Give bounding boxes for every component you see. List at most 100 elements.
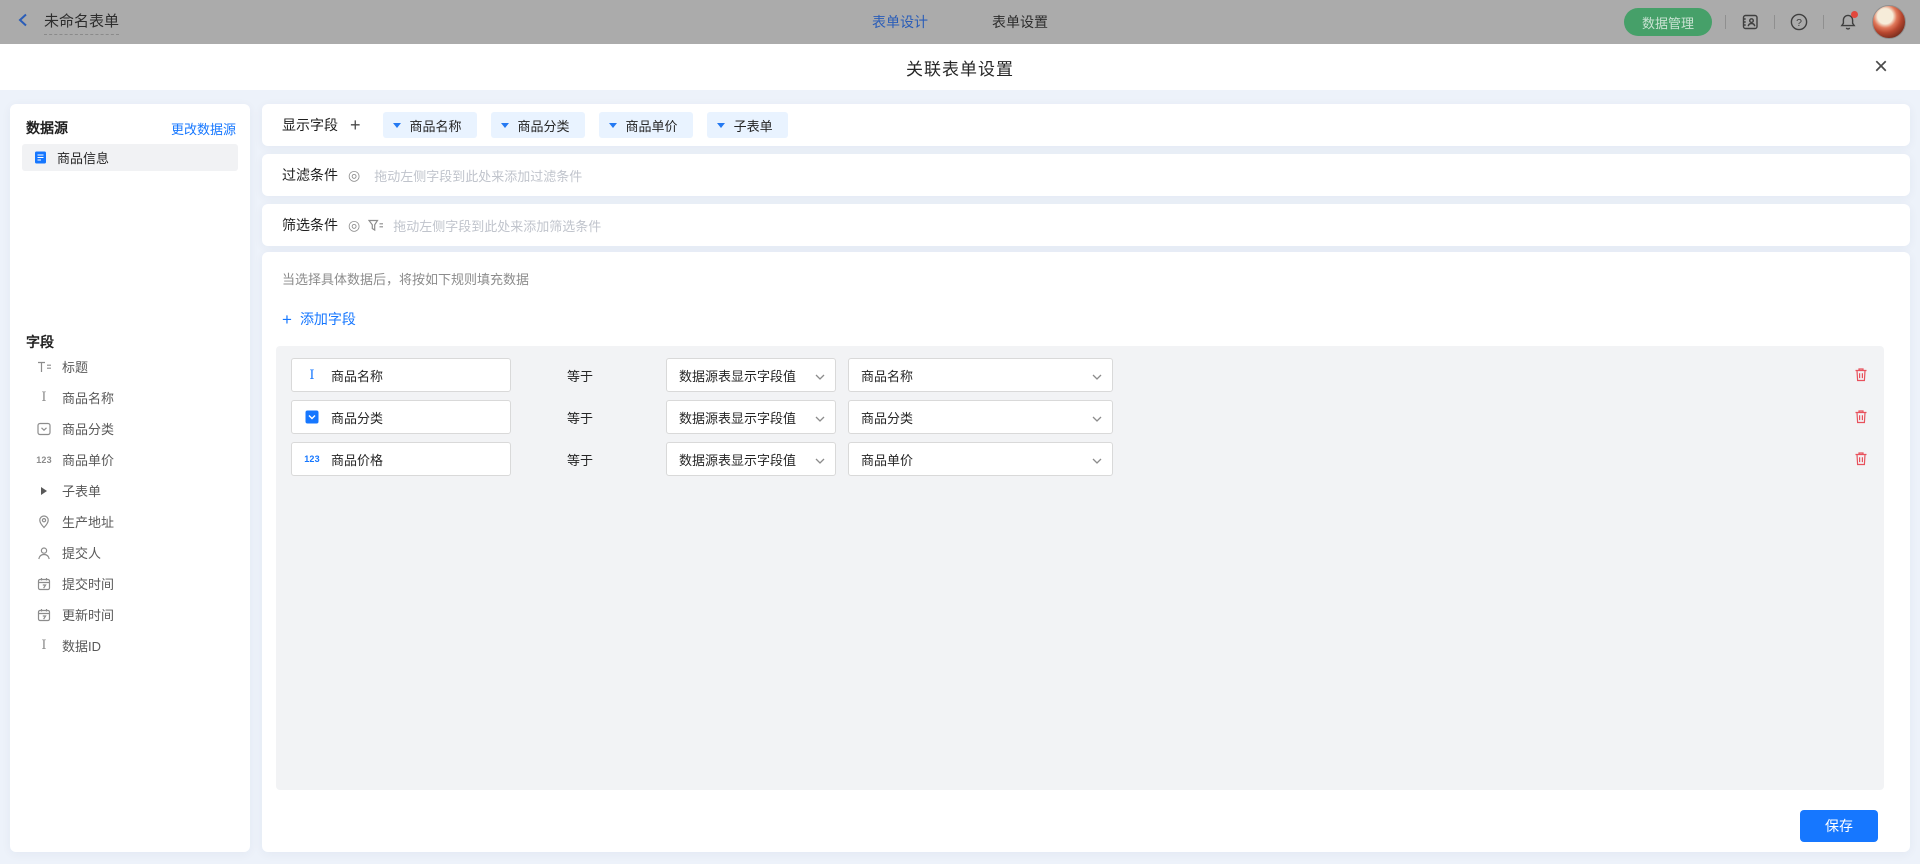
rule-field-label: 商品分类 <box>331 408 383 427</box>
form-title[interactable]: 未命名表单 <box>44 10 119 35</box>
rule-source-dropdown[interactable]: 数据源表显示字段值 <box>666 358 836 392</box>
field-item-submitter[interactable]: 提交人 <box>36 537 240 568</box>
fill-rules-card: 当选择具体数据后，将按如下规则填充数据 + 添加字段 I 商品名称 等于 数据源… <box>262 252 1910 852</box>
rule-operator: 等于 <box>567 400 593 434</box>
field-item-title[interactable]: 标题 <box>36 351 240 382</box>
tab-form-settings[interactable]: 表单设置 <box>992 12 1048 32</box>
triangle-down-icon <box>501 123 509 128</box>
display-fields-row: 显示字段 + 商品名称 商品分类 商品单价 子表单 <box>262 104 1910 146</box>
field-item-label: 生产地址 <box>62 512 114 531</box>
topbar-left: 未命名表单 <box>16 0 119 44</box>
rule-row: I 商品名称 等于 数据源表显示字段值 商品名称 <box>291 358 1869 392</box>
dropdown-value: 数据源表显示字段值 <box>679 366 796 385</box>
field-item-label: 子表单 <box>62 481 101 500</box>
data-manage-button[interactable]: 数据管理 <box>1624 8 1712 36</box>
divider <box>1774 15 1775 29</box>
subform-caret-icon <box>36 483 52 499</box>
rule-field-label: 商品价格 <box>331 450 383 469</box>
rule-row: 123 商品价格 等于 数据源表显示字段值 商品单价 <box>291 442 1869 476</box>
text-field-icon: I <box>36 638 52 654</box>
fill-rules-hint: 当选择具体数据后，将按如下规则填充数据 <box>282 269 529 288</box>
dropdown-value: 商品单价 <box>861 450 913 469</box>
rule-value-dropdown[interactable]: 商品名称 <box>848 358 1113 392</box>
field-item-product-category[interactable]: 商品分类 <box>36 413 240 444</box>
field-item-product-price[interactable]: 123 商品单价 <box>36 444 240 475</box>
chevron-down-icon <box>815 452 825 467</box>
field-item-label: 商品分类 <box>62 419 114 438</box>
divider <box>1823 15 1824 29</box>
rule-field-selector[interactable]: 商品分类 <box>291 400 511 434</box>
chevron-left-icon <box>16 12 32 33</box>
back-button[interactable] <box>16 12 32 33</box>
display-field-tag[interactable]: 子表单 <box>707 112 788 138</box>
rule-field-label: 商品名称 <box>331 366 383 385</box>
rule-field-selector[interactable]: 123 商品价格 <box>291 442 511 476</box>
delete-rule-button[interactable] <box>1853 450 1869 467</box>
filter-condition-label: 过滤条件 <box>282 165 338 185</box>
field-item-production-address[interactable]: 生产地址 <box>36 506 240 537</box>
datasource-sidebar: 数据源 更改数据源 商品信息 字段 标题 I 商品名称 <box>10 104 250 852</box>
rule-value-dropdown[interactable]: 商品单价 <box>848 442 1113 476</box>
help-bullseye-icon[interactable]: ◎ <box>348 218 360 232</box>
field-item-label: 标题 <box>62 357 88 376</box>
field-item-product-name[interactable]: I 商品名称 <box>36 382 240 413</box>
rule-field-selector[interactable]: I 商品名称 <box>291 358 511 392</box>
field-item-label: 商品单价 <box>62 450 114 469</box>
chevron-down-icon <box>1092 410 1102 425</box>
triangle-down-icon <box>717 123 725 128</box>
add-display-field-button[interactable]: + <box>350 116 361 134</box>
tag-label: 商品分类 <box>518 116 570 135</box>
dialog-title: 关联表单设置 <box>906 55 1014 80</box>
delete-rule-button[interactable] <box>1853 366 1869 383</box>
user-avatar[interactable] <box>1872 5 1906 39</box>
rule-source-dropdown[interactable]: 数据源表显示字段值 <box>666 442 836 476</box>
filter-condition-row: 过滤条件 ◎ 拖动左侧字段到此处来添加过滤条件 <box>262 154 1910 196</box>
dialog-header: 关联表单设置 × <box>0 44 1920 90</box>
display-field-tag[interactable]: 商品分类 <box>491 112 585 138</box>
display-field-tag[interactable]: 商品名称 <box>383 112 477 138</box>
rules-panel: I 商品名称 等于 数据源表显示字段值 商品名称 <box>276 346 1884 790</box>
screen-condition-label: 筛选条件 <box>282 215 338 235</box>
save-button[interactable]: 保存 <box>1800 810 1878 842</box>
fields-list: 标题 I 商品名称 商品分类 123 商品单价 子表单 <box>36 351 240 661</box>
field-item-submit-time[interactable]: 提交时间 <box>36 568 240 599</box>
tab-form-design[interactable]: 表单设计 <box>872 12 928 32</box>
screen-condition-row: 筛选条件 ◎ 拖动左侧字段到此处来添加筛选条件 <box>262 204 1910 246</box>
plus-icon: + <box>282 311 292 328</box>
text-field-icon: I <box>36 390 52 406</box>
datasource-item[interactable]: 商品信息 <box>22 144 238 171</box>
field-item-data-id[interactable]: I 数据ID <box>36 630 240 661</box>
contact-card-icon[interactable] <box>1739 11 1761 33</box>
delete-rule-button[interactable] <box>1853 408 1869 425</box>
add-field-link[interactable]: + 添加字段 <box>282 309 356 329</box>
topbar-right: 数据管理 ? <box>1624 0 1906 44</box>
rule-source-dropdown[interactable]: 数据源表显示字段值 <box>666 400 836 434</box>
display-field-tag[interactable]: 商品单价 <box>599 112 693 138</box>
notifications-bell-icon[interactable] <box>1837 11 1859 33</box>
filter-condition-dropzone[interactable]: 拖动左侧字段到此处来添加过滤条件 <box>374 166 1890 185</box>
rule-value-dropdown[interactable]: 商品分类 <box>848 400 1113 434</box>
dropdown-value: 数据源表显示字段值 <box>679 450 796 469</box>
help-circle-icon[interactable]: ? <box>1788 11 1810 33</box>
field-item-subform[interactable]: 子表单 <box>36 475 240 506</box>
chevron-down-icon <box>1092 368 1102 383</box>
heading-icon <box>36 359 52 375</box>
dropdown-value: 商品名称 <box>861 366 913 385</box>
chevron-down-icon <box>1092 452 1102 467</box>
field-item-label: 更新时间 <box>62 605 114 624</box>
help-bullseye-icon[interactable]: ◎ <box>348 168 360 182</box>
display-field-tags: 商品名称 商品分类 商品单价 子表单 <box>383 112 788 138</box>
field-item-update-time[interactable]: 更新时间 <box>36 599 240 630</box>
field-item-label: 提交时间 <box>62 574 114 593</box>
close-icon[interactable]: × <box>1874 55 1888 79</box>
screen-condition-dropzone[interactable]: 拖动左侧字段到此处来添加筛选条件 <box>393 216 1890 235</box>
change-datasource-link[interactable]: 更改数据源 <box>171 119 236 138</box>
tag-label: 商品单价 <box>626 116 678 135</box>
notification-badge <box>1851 11 1858 18</box>
select-field-icon <box>304 409 320 425</box>
divider <box>1725 15 1726 29</box>
datasource-header: 数据源 更改数据源 <box>26 118 236 138</box>
form-doc-icon <box>32 150 48 166</box>
text-field-icon: I <box>304 367 320 383</box>
chevron-down-icon <box>815 410 825 425</box>
